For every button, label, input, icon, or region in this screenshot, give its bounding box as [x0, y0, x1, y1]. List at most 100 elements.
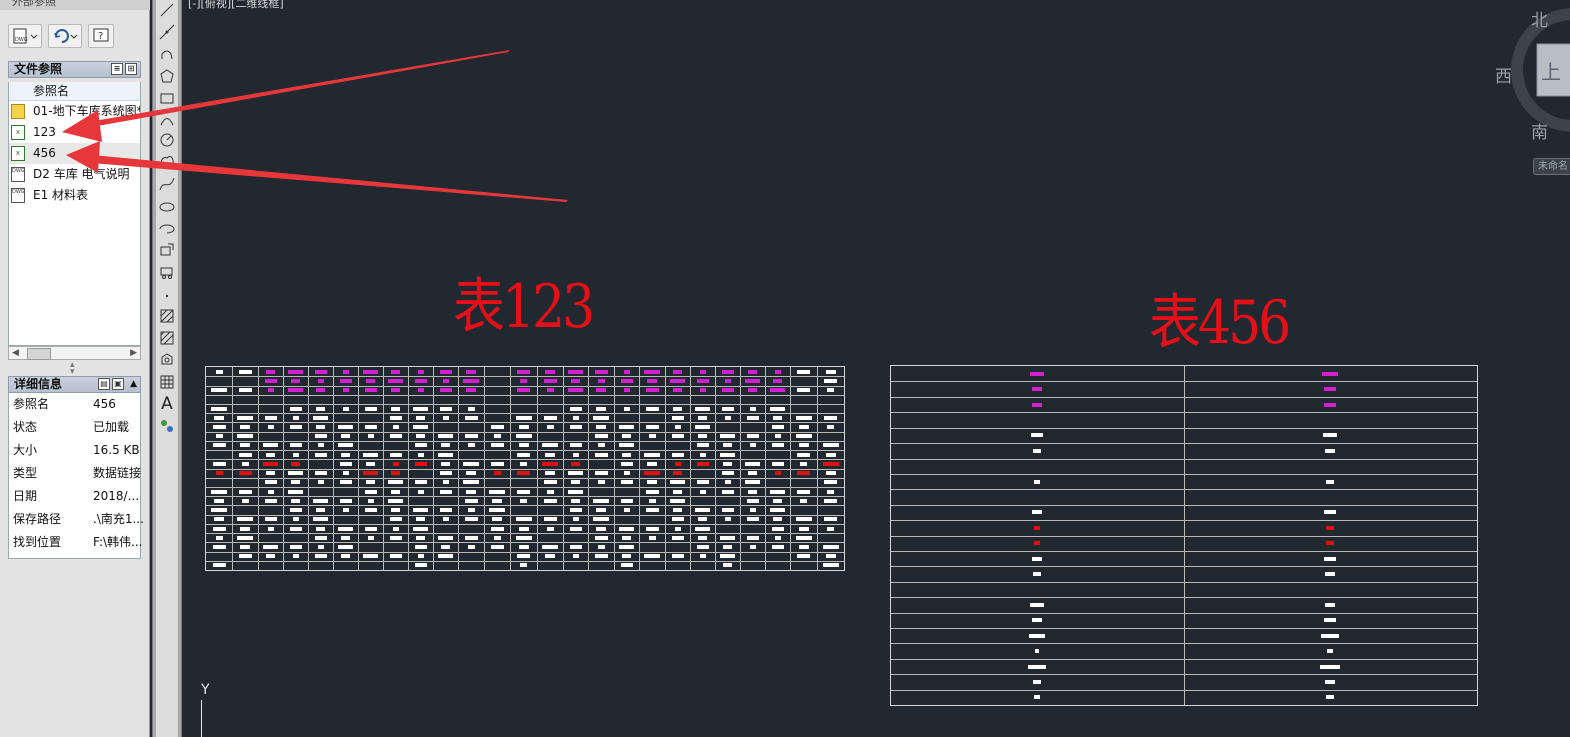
table-cell-text: [825, 471, 836, 476]
revision-cloud-icon[interactable]: [156, 150, 178, 170]
mtext-icon[interactable]: A: [156, 394, 178, 414]
polygon-icon[interactable]: [156, 66, 178, 86]
table-cell-text: [417, 369, 424, 374]
collapse-icon[interactable]: ▲: [130, 378, 137, 390]
add-selected-icon[interactable]: [156, 416, 178, 436]
compass-north[interactable]: 北: [1531, 6, 1548, 31]
hatch-icon[interactable]: [156, 306, 178, 326]
dwg-file-icon: DWG: [11, 188, 25, 203]
file-reference-list: 参照名 01-地下车库系统图* x 123 x 456 DWG D2 车库 电气…: [8, 82, 141, 346]
line-icon[interactable]: [156, 0, 178, 20]
scroll-right-icon[interactable]: ▶: [130, 347, 137, 359]
table-cell-text: [1324, 387, 1336, 392]
table-cell-text: [367, 434, 374, 439]
spline-icon[interactable]: [156, 174, 178, 194]
viewcube[interactable]: 北 西 上 南 未命名: [1493, 0, 1570, 180]
help-button[interactable]: ?: [88, 24, 114, 48]
insert-block-icon[interactable]: [156, 240, 178, 260]
wcs-menu[interactable]: 未命名: [1533, 158, 1570, 175]
table-cell-text: [699, 554, 706, 559]
preview-view-icon[interactable]: ▣: [112, 378, 125, 390]
table-cell-text: [596, 526, 606, 531]
splitter-handle[interactable]: ▴ ▾: [70, 361, 75, 377]
list-view-icon[interactable]: ≡: [111, 63, 123, 75]
compass-west[interactable]: 西: [1495, 62, 1512, 87]
polyline-icon[interactable]: [156, 44, 178, 64]
column-header-reference-name[interactable]: 参照名: [9, 82, 140, 101]
grid-line: [458, 367, 459, 570]
table-cell-text: [490, 544, 504, 549]
grid-line: [510, 367, 511, 570]
arc-icon[interactable]: [156, 110, 178, 130]
ref-row-456[interactable]: x 456: [9, 143, 140, 164]
table-cell-text: [342, 508, 349, 512]
table-cell-text: [1323, 433, 1337, 438]
grid-line: [588, 367, 589, 570]
refresh-button[interactable]: [48, 24, 82, 48]
ref-row-01[interactable]: 01-地下车库系统图*: [9, 101, 140, 122]
table-cell-text: [696, 461, 709, 466]
table-cell-text: [827, 526, 834, 531]
table-cell-text: [442, 415, 449, 420]
construction-line-icon[interactable]: [156, 22, 178, 42]
table-cell-text: [212, 425, 226, 429]
ref-row-d2[interactable]: DWG D2 车库 电气说明: [9, 164, 140, 185]
table-cell-text: [238, 369, 252, 374]
table-cell-text: [264, 517, 277, 522]
scroll-left-icon[interactable]: ◀: [12, 347, 19, 359]
table-cell-text: [542, 461, 558, 466]
make-block-icon[interactable]: [156, 262, 178, 282]
detail-value[interactable]: 456: [93, 393, 143, 416]
table-icon[interactable]: [156, 372, 178, 392]
table-cell-text: [389, 517, 402, 522]
data-link-table-456[interactable]: [890, 365, 1478, 706]
ref-row-123[interactable]: x 123: [9, 122, 140, 143]
point-icon[interactable]: [156, 284, 178, 304]
ellipse-icon[interactable]: [156, 196, 178, 216]
table-cell-text: [490, 461, 504, 466]
ref-name: 456: [33, 146, 56, 160]
table-cell-text: [1032, 556, 1042, 561]
table-cell-text: [1326, 695, 1334, 700]
table-cell-text: [674, 526, 681, 531]
table-cell-text: [795, 434, 812, 439]
drawing-viewport[interactable]: [-][俯视][二维线框] 北 西 上 南 未命名 表123 表456 Y: [183, 0, 1570, 737]
table-cell-text: [724, 415, 731, 420]
detail-key: 保存路径: [13, 512, 62, 526]
ellipse-arc-icon[interactable]: [156, 218, 178, 238]
grid-line: [484, 367, 485, 570]
grid-line: [740, 367, 741, 570]
table-cell-text: [238, 471, 252, 476]
grid-line: [206, 422, 844, 424]
rectangle-icon[interactable]: [156, 88, 178, 108]
table-cell-text: [644, 452, 660, 457]
data-link-table-123[interactable]: [205, 366, 845, 571]
tree-view-icon[interactable]: ⊞: [125, 63, 137, 75]
ref-row-e1[interactable]: DWG E1 材料表: [9, 185, 140, 206]
table-cell-text: [696, 544, 709, 549]
viewcube-top-face[interactable]: 上: [1541, 56, 1561, 85]
table-cell-text: [517, 388, 530, 393]
horizontal-scrollbar[interactable]: ◀ ▶: [8, 346, 141, 360]
details-view-icon[interactable]: ▤: [98, 378, 111, 390]
region-icon[interactable]: [156, 350, 178, 370]
table-cell-text: [238, 489, 252, 494]
table-cell-text: [240, 443, 250, 448]
table-cell-text: [720, 434, 735, 439]
palette-title: 外部参照: [0, 0, 150, 10]
table-cell-text: [545, 471, 555, 476]
circle-icon[interactable]: [156, 130, 178, 150]
viewport-controls-label[interactable]: [-][俯视][二维线框]: [188, 0, 284, 11]
scroll-thumb[interactable]: [27, 348, 51, 360]
table-cell-text: [241, 461, 249, 466]
table-cell-text: [698, 535, 707, 540]
compass-south[interactable]: 南: [1531, 118, 1548, 143]
grid-line: [206, 505, 844, 507]
gradient-icon[interactable]: [156, 328, 178, 348]
svg-text:DWG: DWG: [15, 37, 28, 43]
table-cell-text: [317, 378, 324, 383]
table-cell-text: [341, 554, 350, 559]
table-cell-text: [745, 378, 760, 383]
attach-dwg-button[interactable]: DWG: [8, 24, 42, 48]
detail-value: 数据链接: [93, 466, 142, 480]
